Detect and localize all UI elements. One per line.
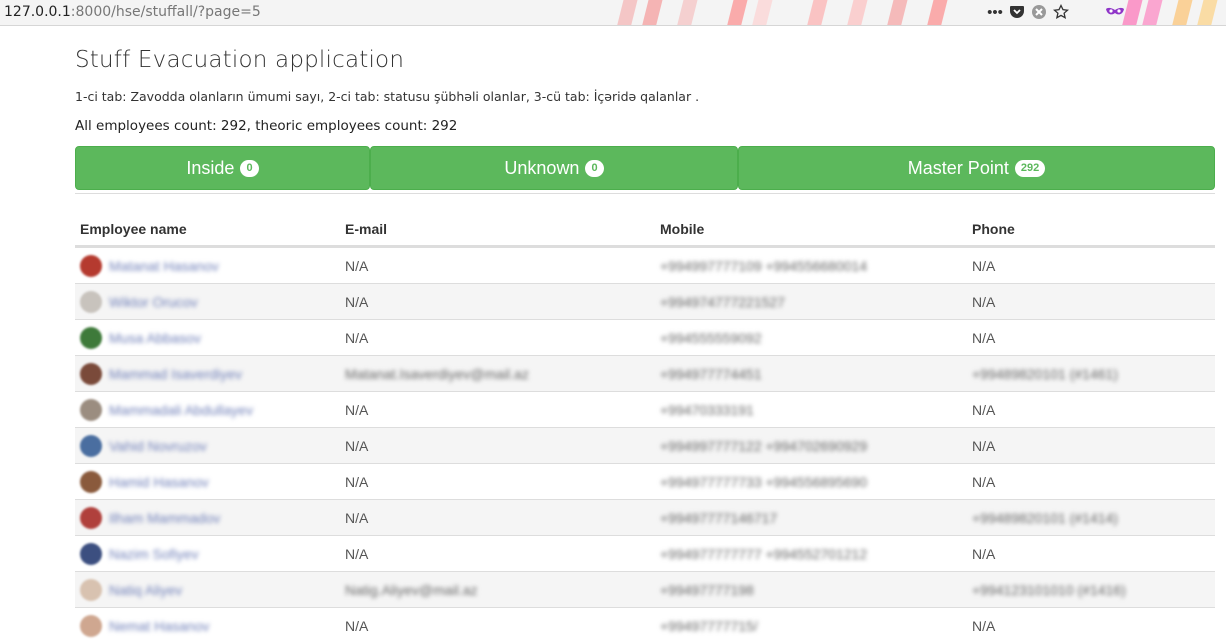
table-body: Matanat Hasanov N/A +994997777109 +9945566… [75, 247, 1215, 643]
employee-name-link[interactable]: Natiq Aliyev [109, 582, 182, 598]
email-cell: Natig.Aliyev@mail.az [345, 582, 478, 598]
avatar [80, 363, 102, 385]
employee-name-link[interactable]: Wiktor Orucov [109, 294, 198, 310]
phone-cell: N/A [972, 402, 996, 418]
mobile-cell: +994977777733 +994556895690 [660, 474, 868, 490]
avatar [80, 579, 102, 601]
mobile-cell: +99470333191 [660, 402, 754, 418]
phone-cell: N/A [972, 546, 996, 562]
tab-label: Unknown [504, 157, 580, 178]
avatar [80, 507, 102, 529]
email-cell: N/A [345, 402, 369, 418]
mobile-cell: +994997777109 +994556680014 [660, 258, 868, 274]
email-cell: N/A [345, 294, 369, 310]
email-cell: N/A [345, 438, 369, 454]
bookmark-star-icon[interactable] [1050, 2, 1072, 22]
mobile-cell: +99497777715/ [660, 618, 758, 634]
email-cell: N/A [345, 258, 369, 274]
table-row: Mammadali Abdullayev N/A +99470333191 N/A [75, 391, 1215, 427]
employee-name-link[interactable]: Mammad Isaverdiyev [109, 366, 242, 382]
mobile-cell: +99497777198 [660, 582, 754, 598]
employee-name-link[interactable]: Ilham Mammadov [109, 510, 220, 526]
avatar [80, 399, 102, 421]
reader-block-icon[interactable] [1028, 2, 1050, 22]
tab-label: Master Point [907, 157, 1009, 178]
phone-cell: N/A [972, 438, 996, 454]
phone-cell: +99489820101 (#1414) [972, 510, 1118, 526]
pocket-icon[interactable] [1006, 2, 1028, 22]
mobile-cell: +994977774451 [660, 366, 762, 382]
avatar [80, 615, 102, 637]
tab-unknown[interactable]: Unknown 0 [370, 146, 738, 190]
mobile-cell: +994974777221527 [660, 294, 785, 310]
url-path: :8000/hse/stuffall/?page=5 [70, 4, 261, 20]
avatar [80, 471, 102, 493]
email-cell: Matanat.Isaverdiyev@mail.az [345, 366, 529, 382]
employee-name-link[interactable]: Nemat Hasanov [109, 618, 209, 634]
table-row: Mammad Isaverdiyev Matanat.Isaverdiyev@ma… [75, 355, 1215, 391]
toolbar-decoration [600, 0, 1226, 25]
employee-name-link[interactable]: Musa Abbasov [109, 330, 201, 346]
avatar [80, 435, 102, 457]
avatar [80, 255, 102, 277]
phone-cell: N/A [972, 294, 996, 310]
email-cell: N/A [345, 474, 369, 490]
page-title: Stuff Evacuation application [75, 47, 405, 73]
phone-cell: N/A [972, 474, 996, 490]
table-row: Natiq Aliyev Natig.Aliyev@mail.az +9949777… [75, 571, 1215, 607]
page-subtitle: 1-ci tab: Zavodda olanların ümumi sayı, … [75, 89, 700, 104]
phone-cell: N/A [972, 330, 996, 346]
employees-count-text: All employees count: 292, theoric employ… [75, 118, 458, 134]
column-header-name: Employee name [80, 221, 187, 237]
email-cell: N/A [345, 546, 369, 562]
email-cell: N/A [345, 510, 369, 526]
employee-name-link[interactable]: Mammadali Abdullayev [109, 402, 253, 418]
tab-badge: 0 [585, 159, 604, 177]
tab-label: Inside [186, 157, 235, 178]
tab-inside[interactable]: Inside 0 [75, 146, 370, 190]
email-cell: N/A [345, 618, 369, 634]
table-row: Wiktor Orucov N/A +994974777221527 N/A [75, 283, 1215, 319]
browser-toolbar: 127.0.0.1:8000/hse/stuffall/?page=5 ••• [0, 0, 1226, 26]
employee-name-link[interactable]: Hamid Hasanov [109, 474, 209, 490]
tab-badge: 0 [240, 159, 259, 177]
mobile-cell: +994977777777 +994552701212 [660, 546, 868, 562]
tabs-bar: Inside 0 Unknown 0 Master Point 292 [75, 146, 1215, 193]
table-row: Nemat Hasanov N/A +99497777715/N/A [75, 607, 1215, 643]
mobile-cell: +994555559092 [660, 330, 762, 346]
url-host: 127.0.0.1 [4, 4, 71, 20]
private-mask-icon[interactable] [1100, 2, 1130, 22]
table-row: Musa Abbasov N/A +994555559092 N/A [75, 319, 1215, 355]
tab-master-point[interactable]: Master Point 292 [738, 146, 1215, 190]
column-header-phone: Phone [972, 221, 1015, 237]
table-row: Matanat Hasanov N/A +994997777109 +9945566… [75, 247, 1215, 283]
table-row: Nazim Sofiyev N/A +994977777777 +994552701… [75, 535, 1215, 571]
phone-cell: +994123101010 (#1416) [972, 582, 1126, 598]
table-header: Employee name E-mail Mobile Phone [75, 211, 1215, 247]
phone-cell: N/A [972, 618, 996, 634]
avatar [80, 327, 102, 349]
more-actions-icon[interactable]: ••• [984, 2, 1006, 22]
employee-name-link[interactable]: Matanat Hasanov [109, 258, 219, 274]
address-bar[interactable]: 127.0.0.1:8000/hse/stuffall/?page=5 [4, 4, 261, 20]
table-row: Ilham Mammadov N/A +99497777146717 +9948982… [75, 499, 1215, 535]
tabs-divider [75, 193, 1215, 194]
mobile-cell: +99497777146717 [660, 510, 778, 526]
avatar [80, 543, 102, 565]
mobile-cell: +994997777122 +994702690929 [660, 438, 868, 454]
employee-name-link[interactable]: Vahid Novruzov [109, 438, 207, 454]
tab-badge: 292 [1014, 159, 1046, 177]
phone-cell: N/A [972, 258, 996, 274]
column-header-email: E-mail [345, 221, 388, 237]
column-header-mobile: Mobile [660, 221, 705, 237]
table-row: Hamid Hasanov N/A +994977777733 +994556895… [75, 463, 1215, 499]
phone-cell: +99489820101 (#1461) [972, 366, 1118, 382]
employee-name-link[interactable]: Nazim Sofiyev [109, 546, 198, 562]
email-cell: N/A [345, 330, 369, 346]
avatar [80, 291, 102, 313]
table-row: Vahid Novruzov N/A +994997777122 +99470269… [75, 427, 1215, 463]
employees-table: Employee name E-mail Mobile Phone Matana… [75, 211, 1215, 643]
